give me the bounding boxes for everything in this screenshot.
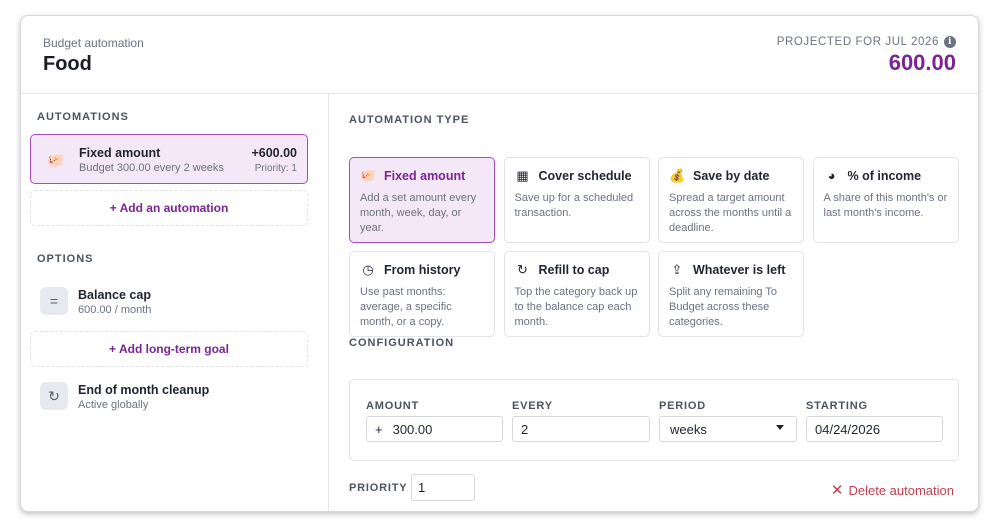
period-select[interactable]: weeks bbox=[659, 416, 797, 442]
automation-name: Fixed amount bbox=[79, 146, 161, 160]
calendar-icon: ▦ bbox=[516, 168, 529, 183]
type-card-refill-to-cap[interactable]: ↻ Refill to cap Top the category back up t… bbox=[503, 251, 650, 337]
automation-desc: Budget 300.00 every 2 weeks bbox=[79, 162, 224, 174]
amount-field[interactable]: + 300.00 bbox=[366, 416, 503, 442]
amount-label: AMOUNT bbox=[366, 400, 420, 412]
type-card-whatever-is-left[interactable]: ⇪ Whatever is left Split any remaining To … bbox=[658, 251, 804, 337]
refill-icon: ↻ bbox=[517, 262, 528, 277]
add-long-term-goal-button[interactable]: + Add long-term goal bbox=[30, 331, 308, 367]
amount-value: 300.00 bbox=[392, 421, 433, 437]
every-label: EVERY bbox=[512, 400, 553, 412]
balance-cap-desc: 600.00 / month bbox=[78, 304, 152, 316]
upload-icon: ⇪ bbox=[671, 262, 683, 277]
type-card-desc: Add a set amount every month, week, day,… bbox=[360, 192, 477, 234]
type-card-from-history[interactable]: ◷ From history Use past months: average, a… bbox=[349, 251, 495, 337]
left-panel: AUTOMATIONS 🐖 Fixed amount Budget 300.00… bbox=[21, 94, 329, 511]
projected-value: 600.00 bbox=[888, 50, 956, 75]
type-card-desc: Use past months: average, a specific mon… bbox=[360, 286, 452, 328]
period-label: PERIOD bbox=[659, 400, 706, 412]
type-card-name: Cover schedule bbox=[538, 169, 632, 183]
cleanup-desc: Active globally bbox=[78, 399, 149, 411]
type-card-desc: Save up for a scheduled transaction. bbox=[514, 192, 634, 219]
priority-field[interactable]: 1 bbox=[411, 474, 475, 501]
refresh-icon: ↻ bbox=[40, 382, 68, 410]
delete-automation-label: Delete automation bbox=[848, 482, 954, 498]
option-end-of-month-cleanup[interactable]: ↻ End of month cleanup Active globally bbox=[30, 377, 306, 417]
starting-label: STARTING bbox=[806, 400, 868, 412]
right-panel: AUTOMATION TYPE 🐖 Fixed amount Add a set a… bbox=[329, 94, 978, 511]
automations-section-label: AUTOMATIONS bbox=[37, 111, 129, 123]
automation-item-fixed-amount[interactable]: 🐖 Fixed amount Budget 300.00 every 2 wee… bbox=[30, 134, 308, 184]
starting-date-field[interactable]: 04/24/2026 bbox=[806, 416, 943, 442]
type-card-save-by-date[interactable]: 💰 Save by date Spread a target amount acro… bbox=[658, 157, 804, 243]
category-title: Food bbox=[43, 53, 92, 75]
type-card-cover-schedule[interactable]: ▦ Cover schedule Save up for a scheduled t… bbox=[503, 157, 650, 243]
every-field[interactable]: 2 bbox=[512, 416, 650, 442]
type-card-name: Whatever is left bbox=[693, 263, 786, 277]
header-subtitle: Budget automation bbox=[43, 36, 144, 50]
configuration-section-label: CONFIGURATION bbox=[349, 337, 455, 349]
type-card-desc: A share of this month's or last month's … bbox=[823, 192, 948, 219]
type-card-name: % of income bbox=[847, 169, 922, 183]
automation-type-section-label: AUTOMATION TYPE bbox=[349, 114, 470, 126]
amount-sign: + bbox=[375, 421, 383, 437]
projected-label-text: PROJECTED FOR JUL 2026 bbox=[776, 36, 939, 48]
type-card-desc: Split any remaining To Budget across the… bbox=[669, 286, 778, 328]
type-card-fixed-amount[interactable]: 🐖 Fixed amount Add a set amount every mont… bbox=[349, 157, 495, 243]
equals-icon: = bbox=[40, 287, 68, 315]
piggy-bank-icon: 🐖 bbox=[360, 168, 377, 183]
add-automation-button[interactable]: + Add an automation bbox=[30, 190, 308, 226]
type-card-name: Save by date bbox=[693, 169, 770, 183]
automation-dialog: Budget automation Food PROJECTED FOR JUL… bbox=[20, 15, 979, 512]
type-card-name: Fixed amount bbox=[384, 169, 466, 183]
option-balance-cap[interactable]: = Balance cap 600.00 / month bbox=[30, 282, 306, 322]
money-bag-icon: 💰 bbox=[669, 168, 686, 183]
configuration-box: AMOUNT + 300.00 EVERY 2 PERIOD weeks STA… bbox=[349, 379, 959, 461]
dialog-header: Budget automation Food PROJECTED FOR JUL… bbox=[21, 16, 978, 94]
options-section-label: OPTIONS bbox=[37, 253, 94, 265]
close-icon: ✕ bbox=[830, 482, 844, 499]
period-value: weeks bbox=[670, 421, 707, 437]
clock-icon: ◷ bbox=[362, 262, 374, 277]
projected-label: PROJECTED FOR JUL 2026 i bbox=[777, 36, 956, 48]
type-card-name: Refill to cap bbox=[538, 263, 610, 277]
info-icon[interactable]: i bbox=[944, 36, 956, 48]
automation-priority: Priority: 1 bbox=[254, 163, 297, 174]
cleanup-name: End of month cleanup bbox=[78, 383, 210, 397]
priority-label: PRIORITY bbox=[349, 482, 408, 494]
delete-automation-button[interactable]: ✕ Delete automation bbox=[831, 481, 954, 499]
balance-cap-name: Balance cap bbox=[78, 288, 151, 302]
type-card-of-income[interactable]: ◕ % of income A share of this month's or l… bbox=[812, 157, 959, 243]
pie-chart-icon: ◕ bbox=[827, 168, 836, 183]
automation-amount: +600.00 bbox=[251, 146, 297, 160]
piggy-bank-icon: 🐖 bbox=[47, 152, 65, 168]
type-card-desc: Top the category back up to the balance … bbox=[514, 286, 638, 328]
type-card-name: From history bbox=[384, 263, 461, 277]
type-card-desc: Spread a target amount across the months… bbox=[669, 192, 792, 234]
chevron-down-icon bbox=[776, 425, 784, 430]
